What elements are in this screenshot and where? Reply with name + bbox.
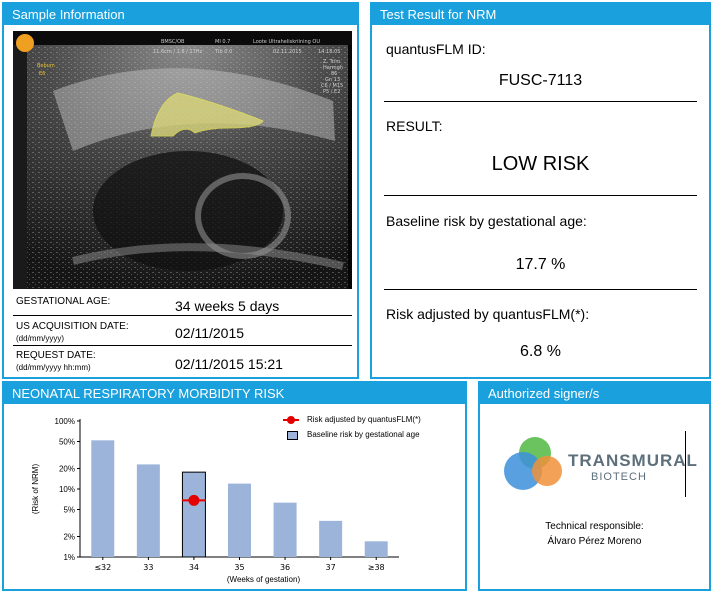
us-header-7: 14:18:05 [318, 49, 340, 55]
us-side-6: P5 / E2 [323, 89, 340, 95]
bar-35 [228, 483, 251, 557]
y-tick-label: 20% [59, 465, 75, 474]
logo-line1: TRANSMURAL [568, 451, 698, 470]
logo-line2: BIOTECH [591, 471, 647, 483]
legend-adjusted-dot-icon [287, 416, 295, 424]
legend-adjusted-label: Risk adjusted by quantusFLM(*) [307, 415, 421, 424]
sample-information-title: Sample Information [4, 4, 357, 25]
us-header-2: MI 0.7 [215, 39, 230, 45]
divider [384, 195, 697, 196]
x-tick-label: 35 [234, 563, 244, 572]
signer-role: Technical responsible: [545, 521, 644, 532]
gestational-age-row: GESTATIONAL AGE: 34 weeks 5 days [13, 290, 352, 316]
us-header-3: Loote Ultraheliskriining OU [253, 39, 320, 45]
x-tick-label: ≥38 [368, 563, 385, 572]
logo-circles-icon [504, 437, 562, 490]
baseline-risk-label: Baseline risk by gestational age: [386, 213, 587, 229]
ultrasound-image: BMSC/OB MI 0.7 Loote Ultraheliskriining … [13, 31, 352, 289]
y-tick-label: 10% [59, 485, 75, 494]
y-tick-label: 100% [55, 417, 75, 426]
x-tick-label: 34 [189, 563, 199, 572]
bar-37 [319, 520, 343, 557]
bar-36 [273, 502, 297, 557]
divider [384, 101, 697, 102]
transmural-biotech-logo: TRANSMURAL BIOTECH [499, 431, 697, 497]
divider [384, 289, 697, 290]
result-label: RESULT: [386, 118, 443, 134]
request-date-label: REQUEST DATE: [16, 350, 96, 361]
test-result-title: Test Result for NRM [372, 4, 709, 25]
bar-≥38 [364, 541, 388, 557]
bar-≤32 [91, 440, 115, 557]
x-tick-label: ≤32 [94, 563, 111, 572]
adjusted-risk-value: 6.8 % [520, 343, 561, 360]
us-acquisition-date-value: 02/11/2015 [175, 325, 245, 341]
test-result-panel: Test Result for NRM quantusFLM ID: FUSC-… [370, 2, 711, 379]
y-axis-label: (Risk of NRM) [31, 464, 40, 515]
sample-information-panel: Sample Information BMSC/OB MI 0.7 Loote … [2, 2, 359, 379]
legend-baseline-label: Baseline risk by gestational age [307, 430, 420, 439]
baseline-risk-value: 17.7 % [515, 256, 566, 273]
result-value: LOW RISK [491, 153, 590, 175]
request-date-row: REQUEST DATE: (dd/mm/yyyy hh:mm) 02/11/2… [13, 346, 352, 376]
adjusted-risk-point [188, 494, 200, 506]
request-date-format: (dd/mm/yyyy hh:mm) [16, 363, 91, 372]
request-date-value: 02/11/2015 15:21 [175, 356, 283, 372]
us-header-4: 11.6cm / 1.8 / 17Hz [153, 49, 203, 55]
x-tick-label: 36 [280, 563, 290, 572]
us-acquisition-date-label: US ACQUISITION DATE: [16, 321, 129, 332]
y-tick-label: 5% [63, 505, 75, 514]
authorized-signer-title: Authorized signer/s [480, 383, 709, 404]
y-tick-label: 50% [59, 437, 75, 446]
nrm-risk-chart: 1% 2% 5% 10% 20% 50% 100% (Risk of NRM) ≤32 33 34 3… [31, 417, 399, 584]
quantus-id-label: quantusFLM ID: [386, 41, 486, 57]
us-left-mark-1: Bebum [37, 63, 55, 69]
y-tick-label: 2% [63, 533, 75, 542]
x-tick-label: 33 [143, 563, 153, 572]
y-tick-label: 1% [63, 553, 75, 562]
x-tick-label: 37 [326, 563, 336, 572]
us-acquisition-date-row: US ACQUISITION DATE: (dd/mm/yyyy) 02/11/… [13, 316, 352, 346]
bar-34 [181, 471, 206, 558]
us-header-6: 02.11.2015 [273, 49, 302, 55]
authorized-signer-panel: Authorized signer/s TRANSMURAL BIOTECH T… [478, 381, 711, 591]
signer-name: Álvaro Pérez Moreno [547, 536, 642, 547]
x-axis-label: (Weeks of gestation) [227, 575, 301, 584]
us-header-1: BMSC/OB [161, 39, 185, 45]
gestational-age-value: 34 weeks 5 days [175, 298, 280, 314]
quantus-id-value: FUSC-7113 [498, 72, 583, 89]
gestational-age-label: GESTATIONAL AGE: [16, 296, 111, 307]
legend-baseline-swatch-icon [287, 431, 298, 440]
us-left-mark-2: E6 [39, 71, 45, 77]
us-acquisition-date-format: (dd/mm/yyyy) [16, 334, 64, 343]
us-header-5: TIb 0.0 [214, 49, 232, 55]
adjusted-risk-label: Risk adjusted by quantusFLM(*): [386, 306, 590, 322]
bar-33 [136, 464, 160, 557]
nrm-risk-panel: NEONATAL RESPIRATORY MORBIDITY RISK 1% 2%… [2, 381, 467, 591]
